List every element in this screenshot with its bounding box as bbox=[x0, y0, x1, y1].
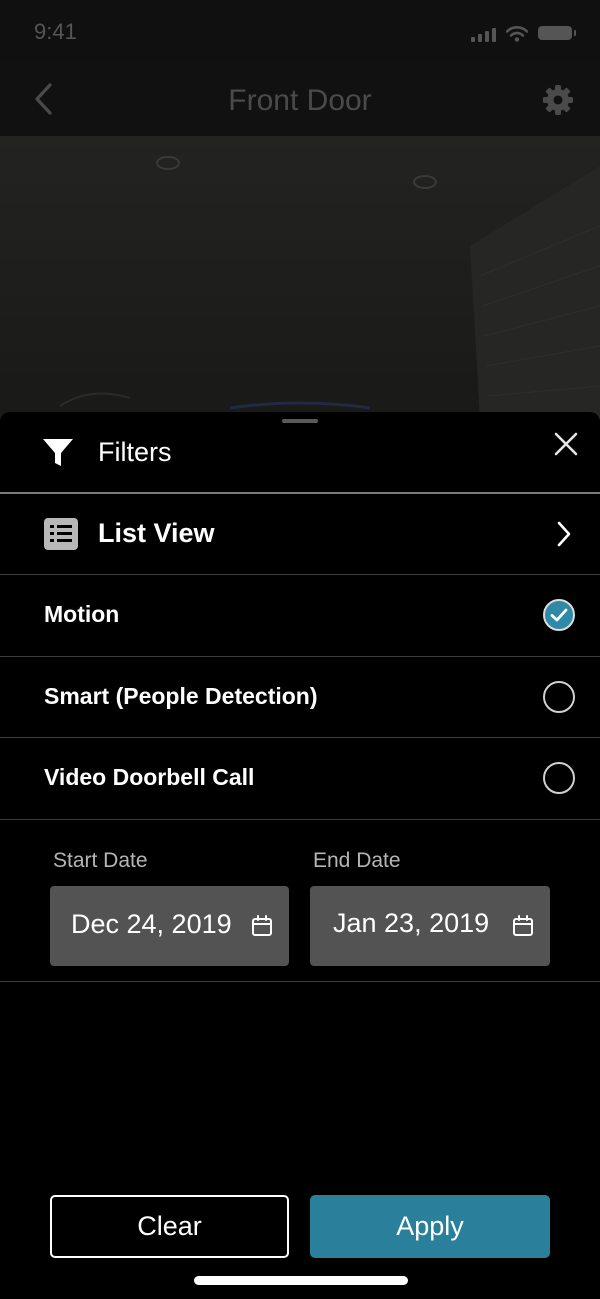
wifi-icon bbox=[506, 26, 528, 42]
signal-icon bbox=[471, 26, 496, 42]
battery-icon bbox=[538, 26, 576, 40]
filters-title: Filters bbox=[98, 437, 172, 467]
status-icons bbox=[471, 20, 576, 42]
clear-button[interactable]: Clear bbox=[50, 1195, 289, 1258]
filter-option-motion[interactable]: Motion bbox=[0, 575, 600, 657]
background-screen: 9:41 Front Door bbox=[0, 0, 600, 420]
calendar-icon bbox=[513, 915, 533, 936]
camera-preview bbox=[0, 136, 600, 420]
start-date-label: Start Date bbox=[53, 849, 148, 872]
end-date-value: Jan 23, 2019 bbox=[333, 908, 490, 938]
nav-bar: Front Door bbox=[0, 62, 600, 136]
radio-icon[interactable] bbox=[543, 681, 575, 713]
filter-option-label: Video Doorbell Call bbox=[44, 764, 255, 790]
camera-scene bbox=[59, 156, 600, 420]
list-view-row[interactable]: List View bbox=[0, 494, 600, 575]
end-date-field[interactable]: Jan 23, 2019 bbox=[310, 886, 550, 966]
close-icon[interactable] bbox=[552, 430, 580, 458]
page-title: Front Door bbox=[228, 84, 372, 117]
filters-header: Filters bbox=[0, 412, 600, 494]
filter-icon bbox=[43, 439, 73, 466]
filters-sheet: Filters List View Motion Smart (People D… bbox=[0, 412, 600, 1299]
list-icon bbox=[44, 518, 78, 550]
filter-option-smart[interactable]: Smart (People Detection) bbox=[0, 657, 600, 738]
home-indicator[interactable] bbox=[194, 1276, 408, 1285]
radio-icon[interactable] bbox=[543, 762, 575, 794]
chevron-right-icon bbox=[557, 521, 571, 547]
start-date-field[interactable]: Dec 24, 2019 bbox=[50, 886, 289, 966]
end-date-label: End Date bbox=[313, 849, 401, 872]
filter-option-label: Smart (People Detection) bbox=[44, 683, 318, 709]
calendar-icon bbox=[252, 915, 272, 936]
apply-button[interactable]: Apply bbox=[310, 1195, 550, 1258]
filter-option-doorbell[interactable]: Video Doorbell Call bbox=[0, 738, 600, 820]
start-date-value: Dec 24, 2019 bbox=[71, 909, 232, 939]
status-bar: 9:41 bbox=[0, 0, 600, 62]
checkmark-icon[interactable] bbox=[543, 599, 575, 631]
filter-option-label: Motion bbox=[44, 601, 120, 627]
list-view-label: List View bbox=[98, 518, 215, 548]
status-time: 9:41 bbox=[34, 19, 77, 44]
date-range: Start Date End Date Dec 24, 2019 Jan 23,… bbox=[0, 820, 600, 982]
gear-icon[interactable] bbox=[542, 84, 574, 116]
